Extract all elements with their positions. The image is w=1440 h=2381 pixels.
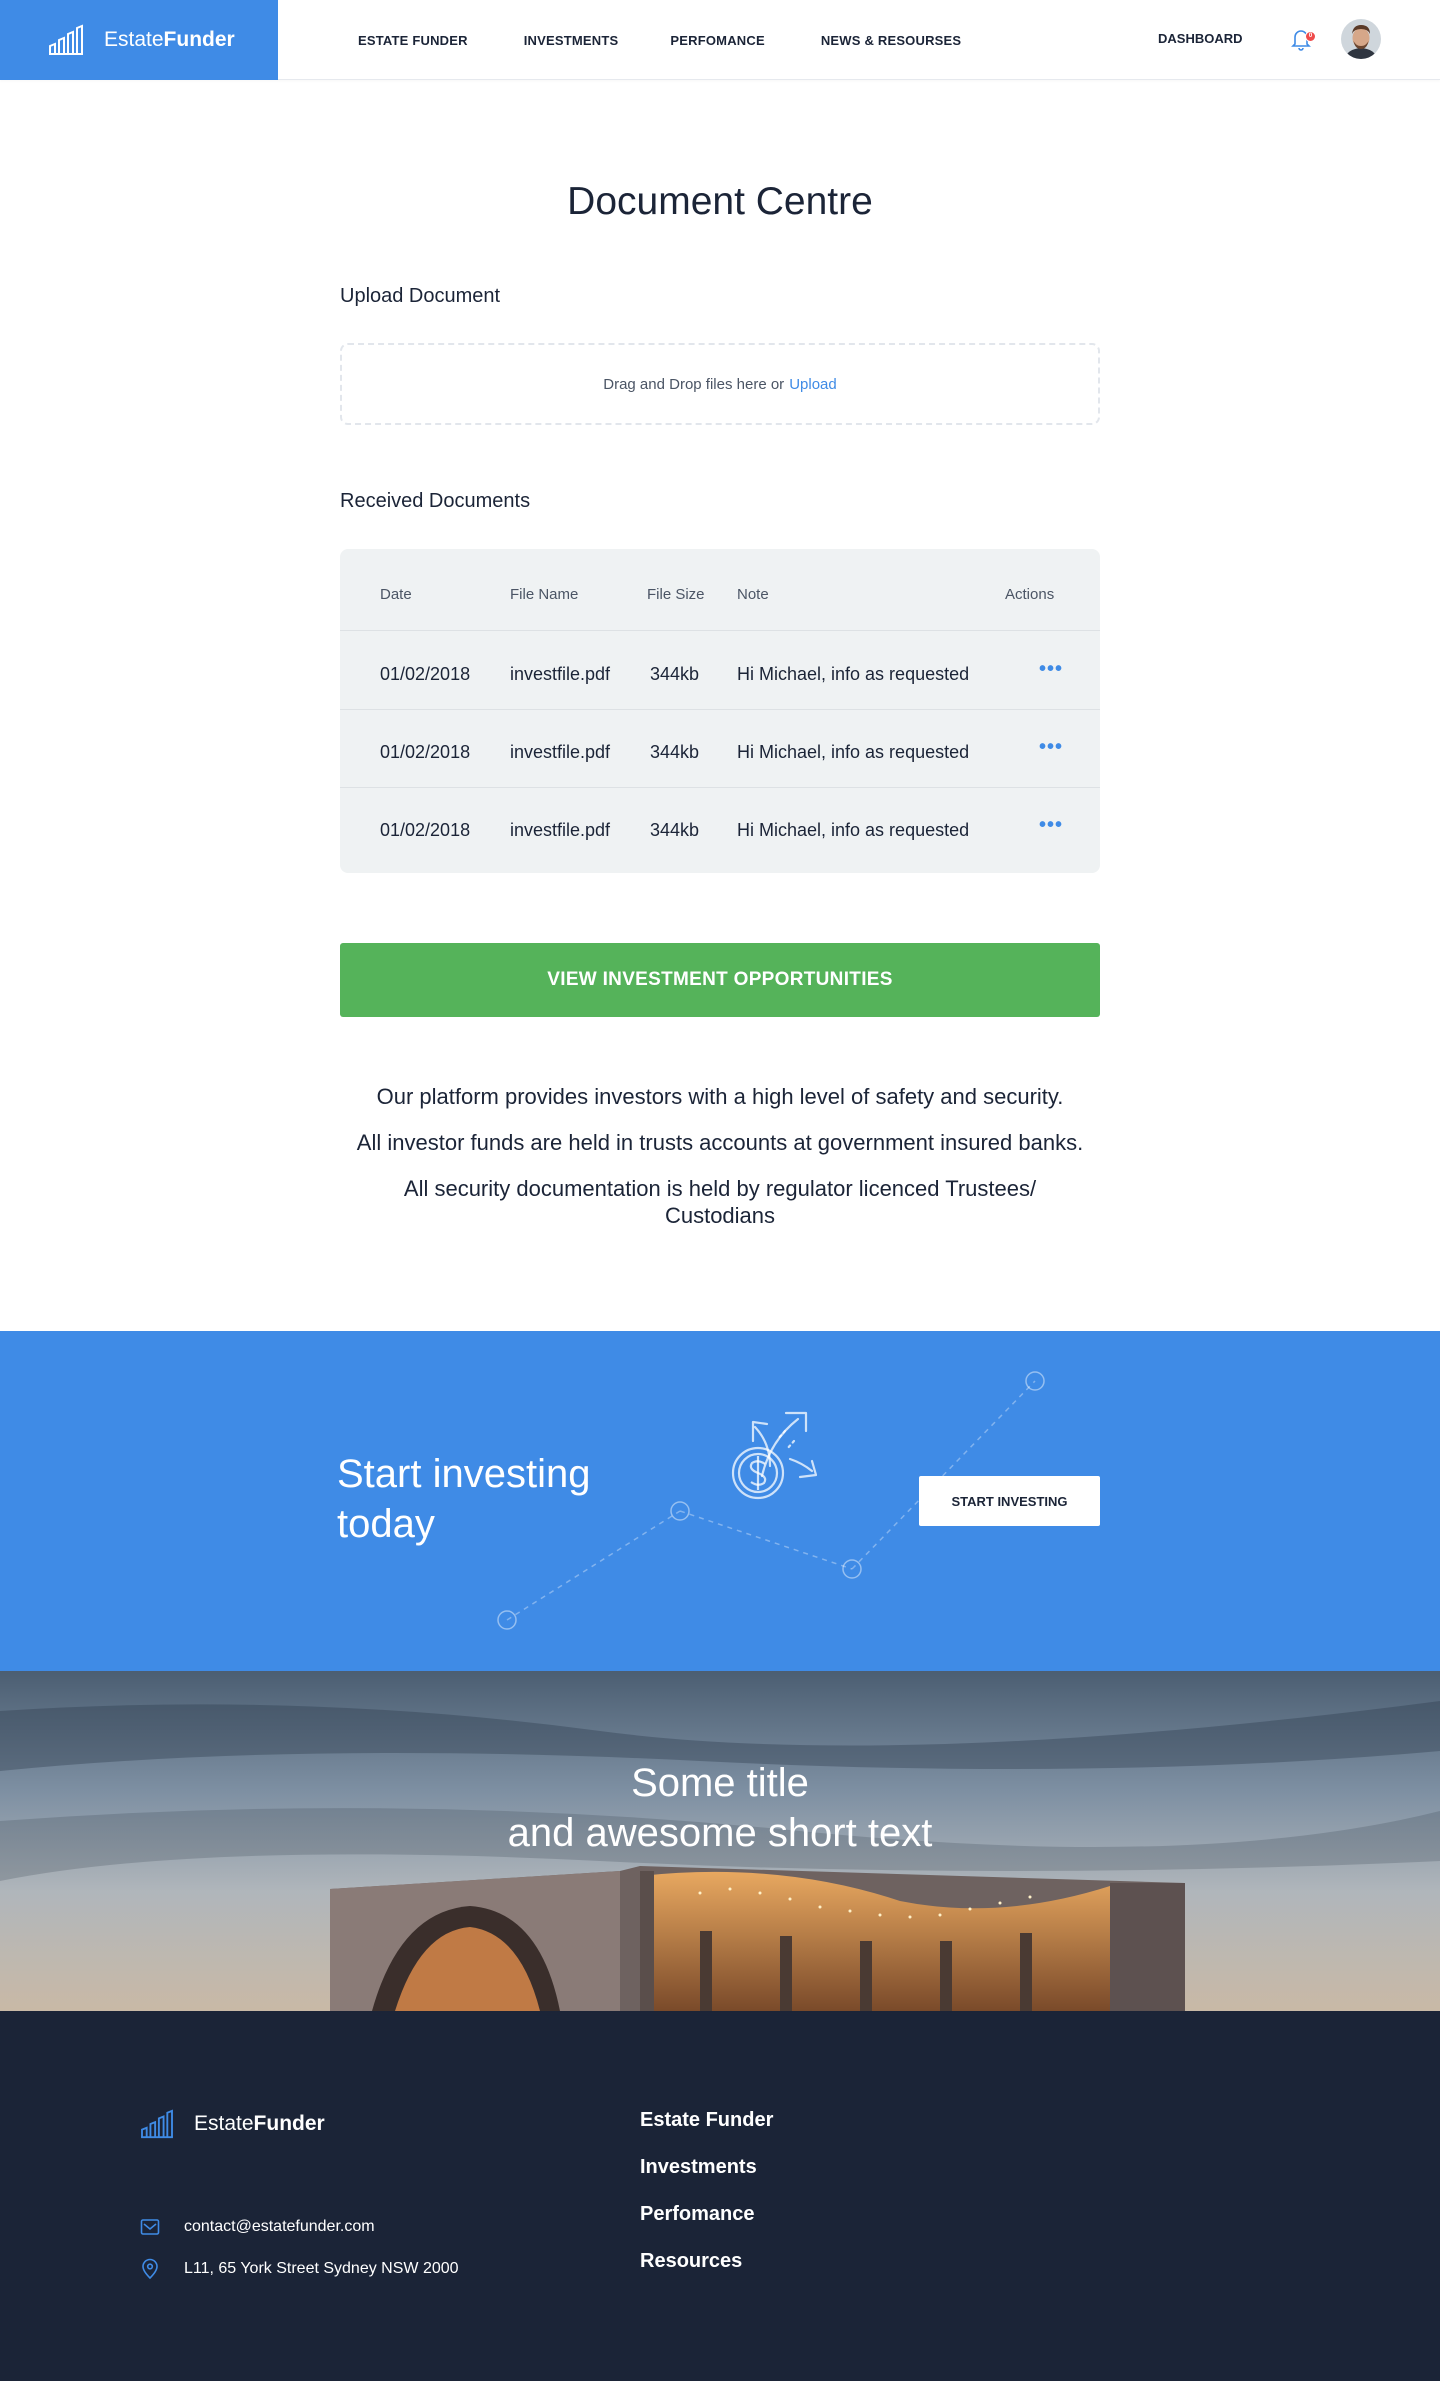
- documents-table: Date File Name File Size Note Actions 01…: [340, 549, 1100, 873]
- table-row: 01/02/2018 investfile.pdf 344kb Hi Micha…: [340, 710, 1100, 788]
- column-file-size: File Size: [647, 586, 705, 603]
- table-row: 01/02/2018 investfile.pdf 344kb Hi Micha…: [340, 632, 1100, 710]
- footer-link-estate-funder[interactable]: Estate Funder: [640, 2109, 773, 2132]
- row-note: Hi Michael, info as requested: [737, 664, 970, 684]
- row-file-size: 344kb: [650, 820, 700, 840]
- footer-brand-logo[interactable]: EstateFunder: [140, 2109, 325, 2139]
- upload-link[interactable]: Upload: [789, 376, 837, 393]
- row-file-name[interactable]: investfile.pdf: [510, 820, 610, 841]
- main-nav: ESTATE FUNDER INVESTMENTS PERFOMANCE NEW…: [358, 0, 1017, 80]
- more-dots-icon[interactable]: •••: [1039, 814, 1063, 837]
- page-title: Document Centre: [567, 180, 873, 223]
- row-date: 01/02/2018: [380, 820, 471, 840]
- brand-name: EstateFunder: [104, 28, 235, 51]
- start-investing-button[interactable]: START INVESTING: [919, 1476, 1100, 1526]
- nav-news-resources[interactable]: NEWS & RESOURSES: [821, 33, 961, 48]
- top-navbar: EstateFunder ESTATE FUNDER INVESTMENTS P…: [0, 0, 1440, 80]
- footer: EstateFunder contact@estatefunder.com L1…: [0, 2011, 1440, 2381]
- column-note: Note: [737, 586, 769, 603]
- row-note: Hi Michael, info as requested: [737, 820, 970, 840]
- footer-email[interactable]: contact@estatefunder.com: [140, 2218, 375, 2236]
- notification-badge: 0: [1305, 31, 1316, 42]
- bar-chart-logo-icon: [49, 24, 83, 55]
- row-file-name[interactable]: investfile.pdf: [510, 664, 610, 685]
- row-file-size: 344kb: [650, 742, 700, 762]
- row-date: 01/02/2018: [380, 664, 471, 684]
- mail-icon: [140, 2219, 160, 2235]
- info-text-documentation: All security documentation is held by re…: [403, 1176, 1037, 1228]
- upload-heading: Upload Document: [340, 285, 501, 307]
- brand-logo-link[interactable]: EstateFunder: [0, 0, 278, 80]
- table-row: 01/02/2018 investfile.pdf 344kb Hi Micha…: [340, 788, 1100, 866]
- footer-link-investments[interactable]: Investments: [640, 2156, 757, 2179]
- view-investment-opportunities-button[interactable]: VIEW INVESTMENT OPPORTUNITIES: [340, 943, 1100, 1017]
- info-text-funds: All investor funds are held in trusts ac…: [356, 1130, 1084, 1155]
- location-pin-icon: [142, 2258, 158, 2280]
- nav-dashboard[interactable]: DASHBOARD: [1158, 31, 1243, 46]
- footer-brand-name: EstateFunder: [194, 2112, 325, 2135]
- info-text-safety: Our platform provides investors with a h…: [376, 1084, 1064, 1109]
- row-date: 01/02/2018: [380, 742, 471, 762]
- photo-title: Some title and awesome short text: [507, 1761, 933, 1855]
- investment-arrows-icon: [751, 1411, 818, 1479]
- dropzone-text: Drag and Drop files here or: [603, 375, 785, 393]
- footer-address: L11, 65 York Street Sydney NSW 2000: [140, 2258, 459, 2280]
- more-dots-icon[interactable]: •••: [1039, 658, 1063, 681]
- footer-address-text: L11, 65 York Street Sydney NSW 2000: [184, 2260, 459, 2277]
- footer-link-resources[interactable]: Resources: [640, 2250, 742, 2273]
- row-file-name[interactable]: investfile.pdf: [510, 742, 610, 763]
- start-investing-banner: Start investing today START INVESTING: [0, 1331, 1440, 1671]
- row-note: Hi Michael, info as requested: [737, 742, 970, 762]
- footer-link-performance[interactable]: Perfomance: [640, 2203, 755, 2226]
- column-date: Date: [380, 586, 412, 603]
- nav-estate-funder[interactable]: ESTATE FUNDER: [358, 33, 468, 48]
- upload-dropzone[interactable]: Drag and Drop files here or Upload: [340, 343, 1100, 425]
- received-documents-heading: Received Documents: [340, 490, 531, 512]
- dollar-coin-icon: [731, 1446, 785, 1500]
- banner-title: Start investing today: [337, 1452, 591, 1546]
- more-dots-icon[interactable]: •••: [1039, 736, 1063, 759]
- column-actions: Actions: [1005, 586, 1055, 603]
- footer-email-text[interactable]: contact@estatefunder.com: [184, 2218, 375, 2236]
- hero-photo-section: Some title and awesome short text: [0, 1671, 1440, 2011]
- nav-performance[interactable]: PERFOMANCE: [670, 33, 764, 48]
- table-header: Date File Name File Size Note Actions: [340, 549, 1100, 631]
- nav-investments[interactable]: INVESTMENTS: [524, 33, 619, 48]
- user-avatar[interactable]: [1341, 19, 1381, 59]
- row-file-size: 344kb: [650, 664, 700, 684]
- decorative-line-graph: [497, 1371, 1045, 1630]
- column-file-name: File Name: [510, 586, 579, 603]
- bar-chart-logo-icon: [141, 2109, 173, 2139]
